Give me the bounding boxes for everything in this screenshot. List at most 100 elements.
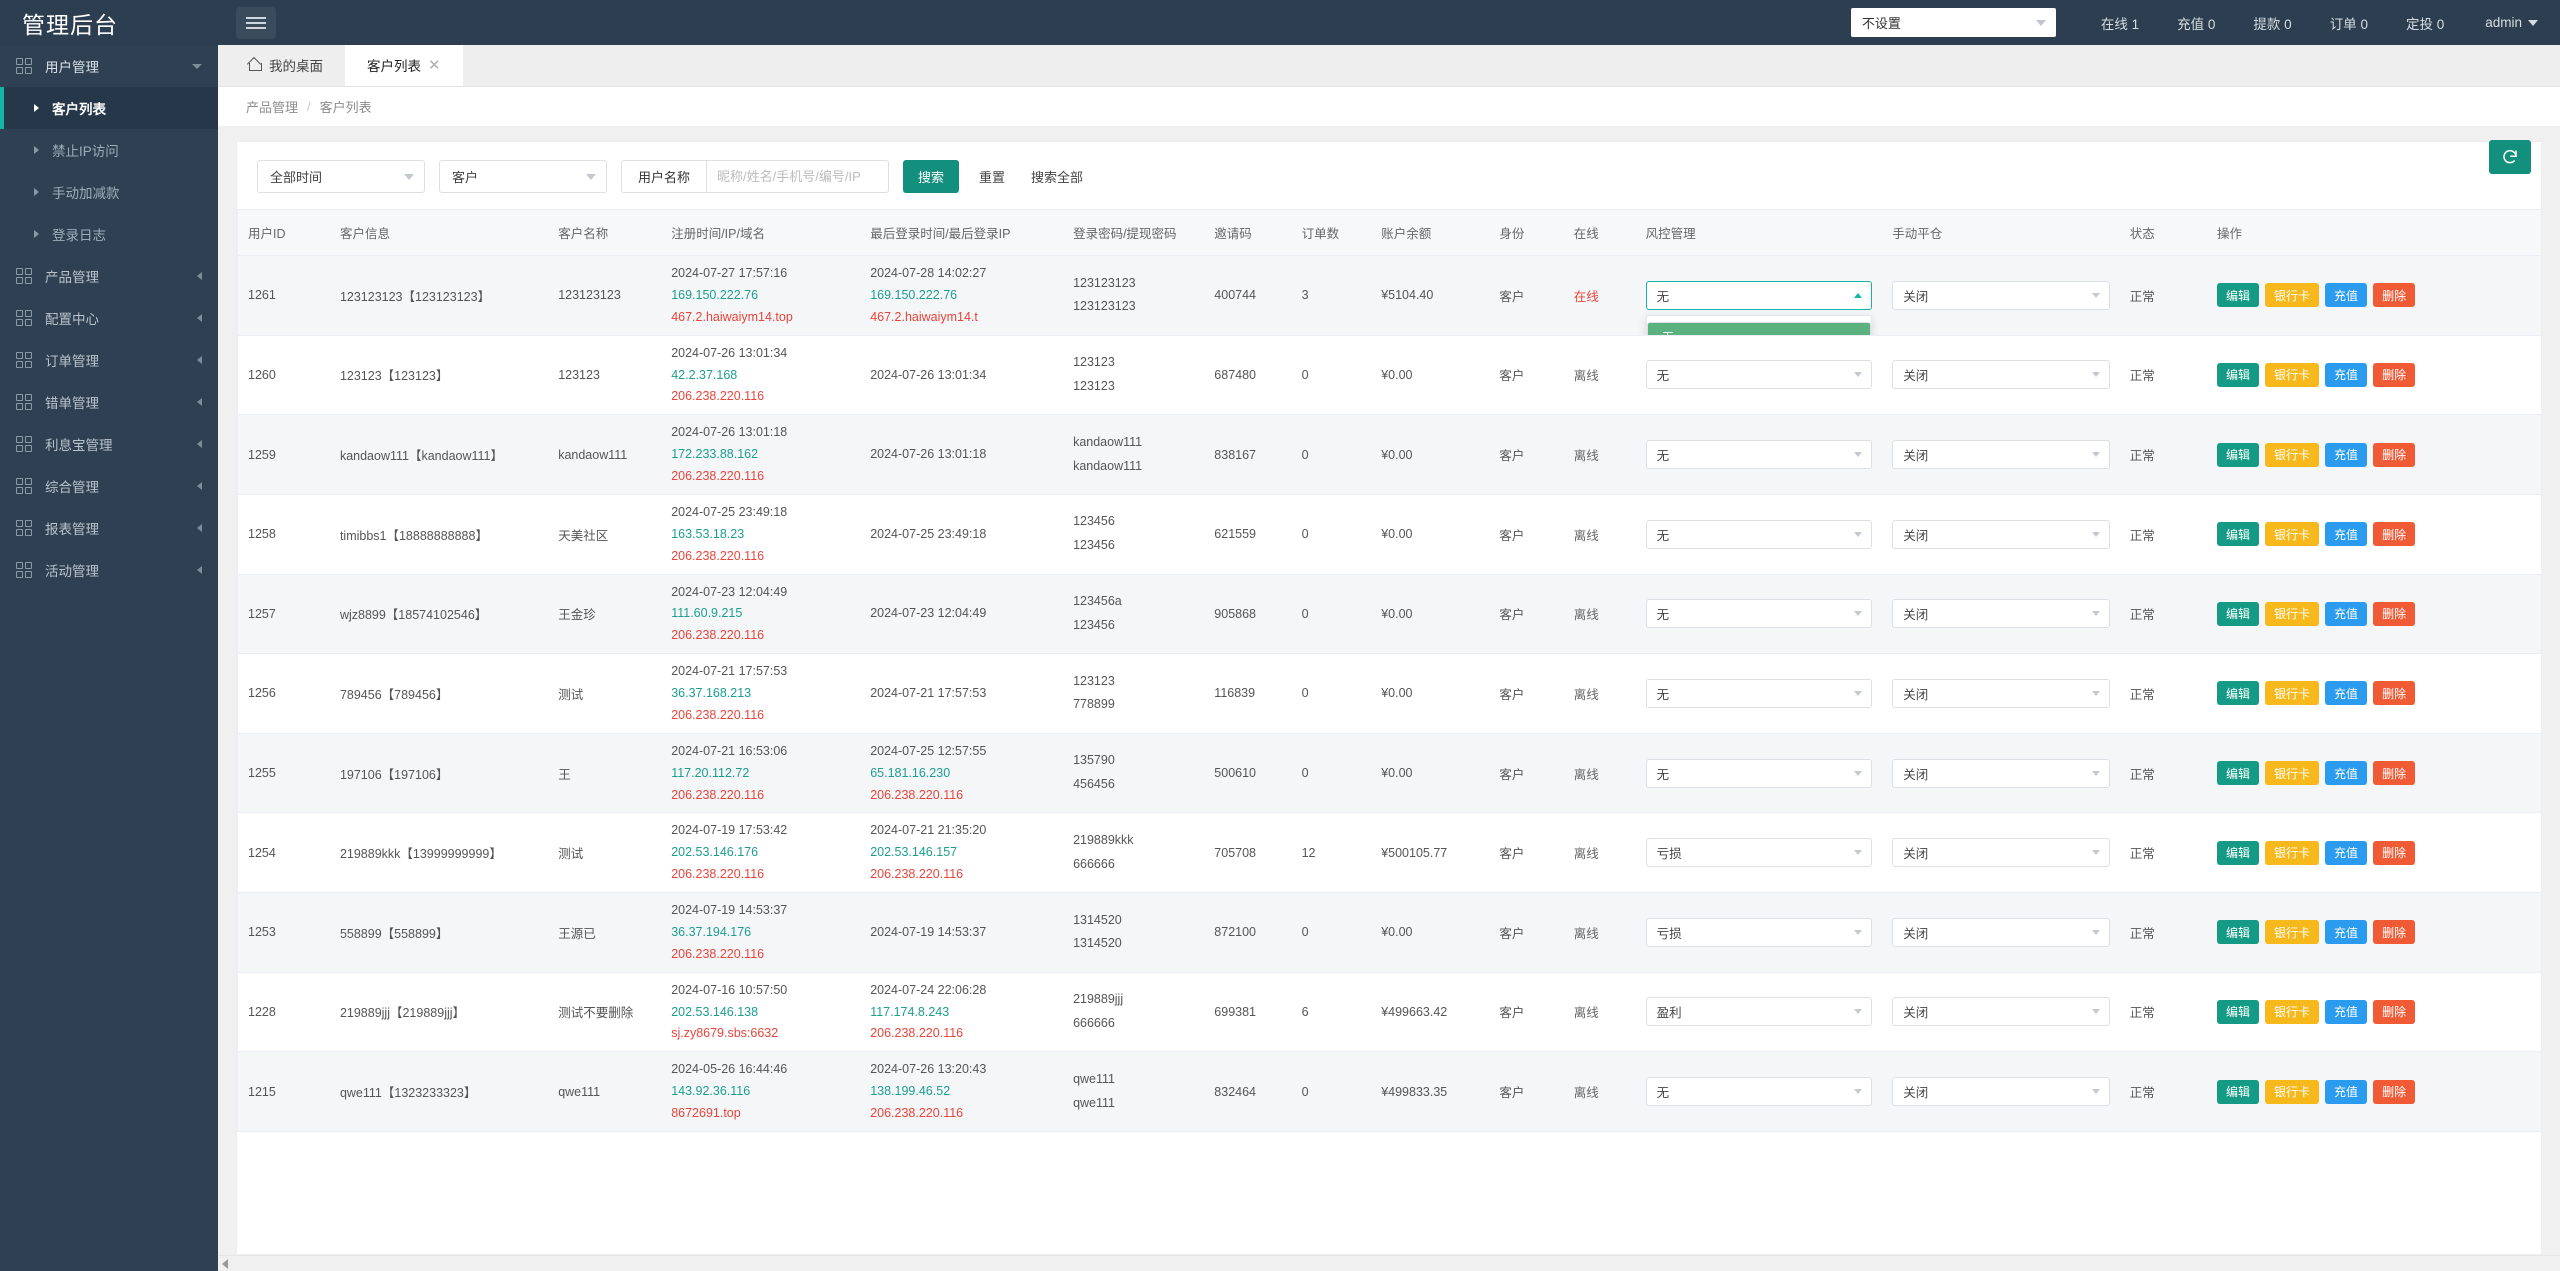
delete-button[interactable]: 删除 <box>2373 761 2416 786</box>
risk-control-select[interactable]: 无 <box>1645 1077 1873 1107</box>
delete-button[interactable]: 删除 <box>2373 283 2416 308</box>
sidebar-item-comprehensive-management[interactable]: 综合管理 <box>0 465 218 507</box>
edit-button[interactable]: 编辑 <box>2217 999 2260 1024</box>
bank-card-button[interactable]: 银行卡 <box>2265 601 2320 626</box>
delete-button[interactable]: 删除 <box>2373 1079 2416 1104</box>
reset-link[interactable]: 重置 <box>973 167 1011 186</box>
tab-my-desktop[interactable]: 我的桌面 <box>226 44 345 86</box>
edit-button[interactable]: 编辑 <box>2217 1079 2260 1104</box>
manual-close-select[interactable]: 关闭 <box>1892 917 2110 947</box>
delete-button[interactable]: 删除 <box>2373 362 2416 387</box>
bank-card-button[interactable]: 银行卡 <box>2265 999 2320 1024</box>
sidebar-item-customer-list[interactable]: 客户列表 <box>0 87 218 129</box>
manual-close-select[interactable]: 关闭 <box>1892 519 2110 549</box>
role-select[interactable]: 客户 <box>439 160 607 193</box>
edit-button[interactable]: 编辑 <box>2217 761 2260 786</box>
bank-card-button[interactable]: 银行卡 <box>2265 1079 2320 1104</box>
sidebar-item-product-management[interactable]: 产品管理 <box>0 255 218 297</box>
stat-online[interactable]: 在线 1 <box>2082 13 2158 33</box>
recharge-button[interactable]: 充值 <box>2325 920 2368 945</box>
sidebar-item-manual-adjust[interactable]: 手动加减款 <box>0 171 218 213</box>
horizontal-scrollbar[interactable] <box>218 1255 2560 1271</box>
bank-card-button[interactable]: 银行卡 <box>2265 681 2320 706</box>
edit-button[interactable]: 编辑 <box>2217 601 2260 626</box>
edit-button[interactable]: 编辑 <box>2217 681 2260 706</box>
manual-close-select[interactable]: 关闭 <box>1892 1077 2110 1107</box>
delete-button[interactable]: 删除 <box>2373 522 2416 547</box>
delete-button[interactable]: 删除 <box>2373 920 2416 945</box>
recharge-button[interactable]: 充值 <box>2325 999 2368 1024</box>
sidebar-item-login-log[interactable]: 登录日志 <box>0 213 218 255</box>
sidebar-item-report-management[interactable]: 报表管理 <box>0 507 218 549</box>
time-range-select[interactable]: 全部时间 <box>257 160 425 193</box>
risk-dropdown-menu[interactable]: 无盈利亏损 <box>1645 314 1873 335</box>
edit-button[interactable]: 编辑 <box>2217 442 2260 467</box>
risk-control-select[interactable]: 亏损 <box>1645 838 1873 868</box>
edit-button[interactable]: 编辑 <box>2217 522 2260 547</box>
edit-button[interactable]: 编辑 <box>2217 840 2260 865</box>
stat-withdraw[interactable]: 提款 0 <box>2234 13 2310 33</box>
bank-card-button[interactable]: 银行卡 <box>2265 283 2320 308</box>
breadcrumb-parent[interactable]: 产品管理 <box>246 97 298 116</box>
refresh-button[interactable] <box>2489 140 2531 174</box>
sidebar-item-activity-management[interactable]: 活动管理 <box>0 549 218 591</box>
sidebar-item-order-management[interactable]: 订单管理 <box>0 339 218 381</box>
sidebar-item-error-order-management[interactable]: 错单管理 <box>0 381 218 423</box>
sidebar-item-user-management[interactable]: 用户管理 <box>0 45 218 87</box>
manual-close-select[interactable]: 关闭 <box>1892 280 2110 310</box>
risk-control-select[interactable]: 无 <box>1645 360 1873 390</box>
edit-button[interactable]: 编辑 <box>2217 283 2260 308</box>
risk-option[interactable]: 无 <box>1646 321 1872 335</box>
bank-card-button[interactable]: 银行卡 <box>2265 840 2320 865</box>
bank-card-button[interactable]: 银行卡 <box>2265 920 2320 945</box>
risk-control-select[interactable]: 无 <box>1645 678 1873 708</box>
risk-control-select[interactable]: 盈利 <box>1645 997 1873 1027</box>
search-all-link[interactable]: 搜索全部 <box>1025 167 1089 186</box>
risk-control-select[interactable]: 无 <box>1645 758 1873 788</box>
close-icon[interactable]: ✕ <box>428 58 441 73</box>
stat-orders[interactable]: 订单 0 <box>2311 13 2387 33</box>
recharge-button[interactable]: 充值 <box>2325 283 2368 308</box>
site-setting-select[interactable]: 不设置 <box>1850 8 2056 37</box>
manual-close-select[interactable]: 关闭 <box>1892 758 2110 788</box>
edit-button[interactable]: 编辑 <box>2217 920 2260 945</box>
delete-button[interactable]: 删除 <box>2373 601 2416 626</box>
risk-control-select[interactable]: 亏损 <box>1645 917 1873 947</box>
recharge-button[interactable]: 充值 <box>2325 1079 2368 1104</box>
menu-toggle-icon[interactable] <box>236 6 276 39</box>
risk-control-select[interactable]: 无 <box>1645 280 1873 310</box>
manual-close-select[interactable]: 关闭 <box>1892 599 2110 629</box>
stat-recharge[interactable]: 充值 0 <box>2158 13 2234 33</box>
risk-control-select[interactable]: 无 <box>1645 519 1873 549</box>
manual-close-select[interactable]: 关闭 <box>1892 360 2110 390</box>
delete-button[interactable]: 删除 <box>2373 442 2416 467</box>
recharge-button[interactable]: 充值 <box>2325 601 2368 626</box>
delete-button[interactable]: 删除 <box>2373 999 2416 1024</box>
delete-button[interactable]: 删除 <box>2373 681 2416 706</box>
sidebar-item-ip-block[interactable]: 禁止IP访问 <box>0 129 218 171</box>
edit-button[interactable]: 编辑 <box>2217 362 2260 387</box>
search-field-label[interactable]: 用户名称 <box>621 160 707 193</box>
recharge-button[interactable]: 充值 <box>2325 442 2368 467</box>
bank-card-button[interactable]: 银行卡 <box>2265 761 2320 786</box>
user-menu[interactable]: admin <box>2473 15 2560 30</box>
bank-card-button[interactable]: 银行卡 <box>2265 362 2320 387</box>
manual-close-select[interactable]: 关闭 <box>1892 440 2110 470</box>
risk-control-select[interactable]: 无 <box>1645 440 1873 470</box>
manual-close-select[interactable]: 关闭 <box>1892 678 2110 708</box>
recharge-button[interactable]: 充值 <box>2325 840 2368 865</box>
tab-customer-list[interactable]: 客户列表 ✕ <box>345 44 463 86</box>
risk-control-select[interactable]: 无 <box>1645 599 1873 629</box>
bank-card-button[interactable]: 银行卡 <box>2265 442 2320 467</box>
scroll-left-arrow-icon[interactable] <box>222 1258 228 1269</box>
search-button[interactable]: 搜索 <box>903 160 960 193</box>
search-input[interactable] <box>706 160 890 193</box>
recharge-button[interactable]: 充值 <box>2325 362 2368 387</box>
recharge-button[interactable]: 充值 <box>2325 681 2368 706</box>
recharge-button[interactable]: 充值 <box>2325 522 2368 547</box>
manual-close-select[interactable]: 关闭 <box>1892 997 2110 1027</box>
delete-button[interactable]: 删除 <box>2373 840 2416 865</box>
sidebar-item-config-center[interactable]: 配置中心 <box>0 297 218 339</box>
manual-close-select[interactable]: 关闭 <box>1892 838 2110 868</box>
recharge-button[interactable]: 充值 <box>2325 761 2368 786</box>
